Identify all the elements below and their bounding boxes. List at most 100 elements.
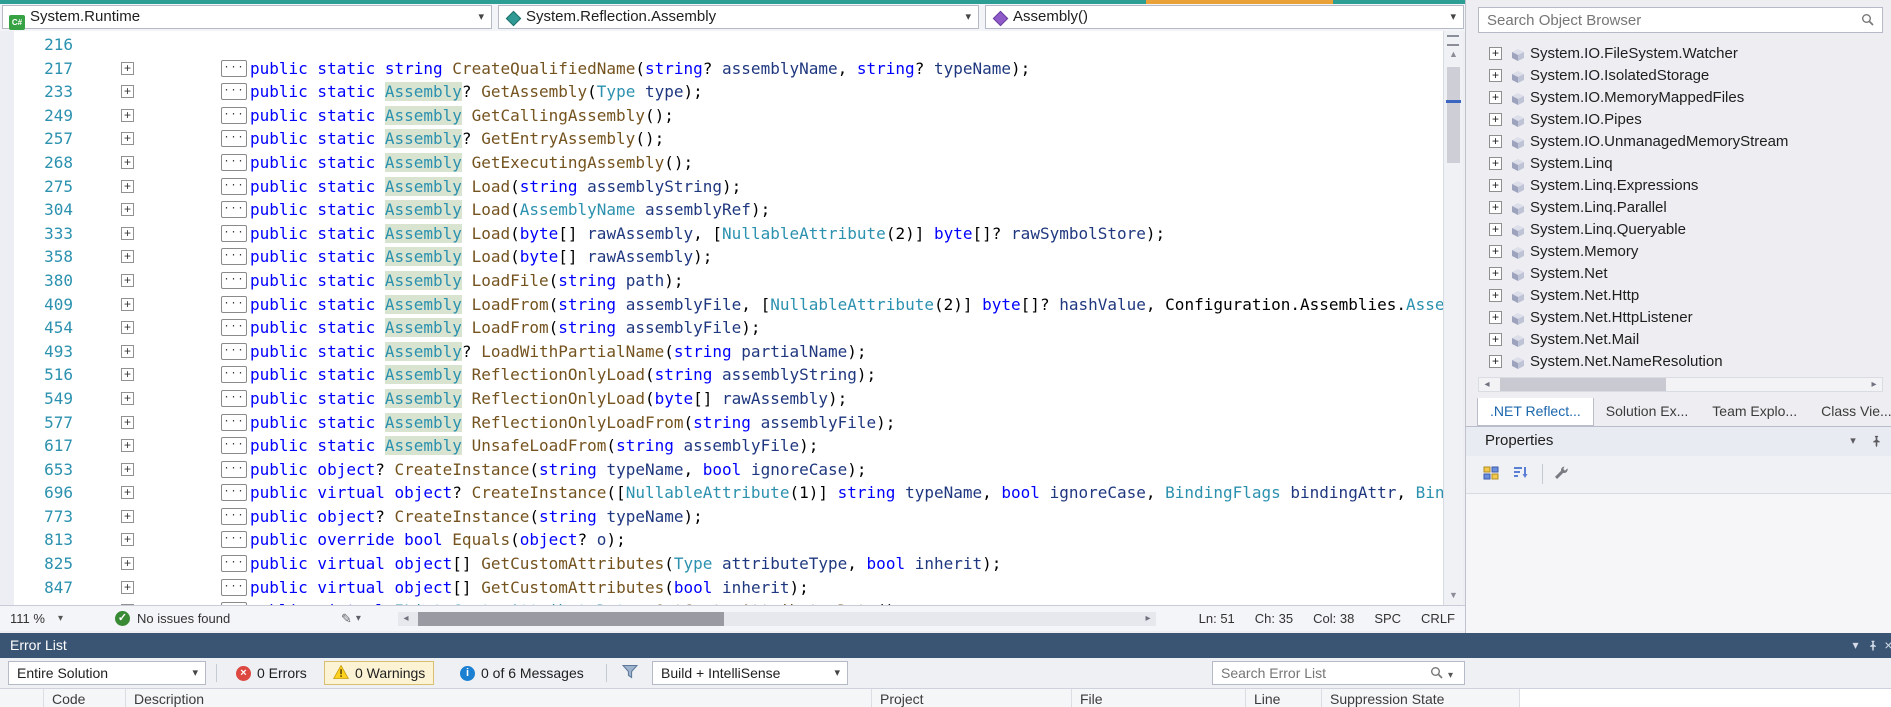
collapsed-comment-box[interactable]: ···	[221, 59, 247, 77]
code-line[interactable]: 333 + ··· public static Assembly Load(byte[…	[0, 222, 1443, 246]
expand-icon[interactable]: +	[1489, 201, 1502, 214]
collapsed-comment-box[interactable]: ···	[221, 460, 247, 478]
expand-icon[interactable]: +	[1489, 113, 1502, 126]
expand-icon[interactable]: +	[1489, 223, 1502, 236]
type-dropdown[interactable]: System.Reflection.Assembly ▾	[498, 5, 979, 29]
outline-expand-icon[interactable]: +	[121, 533, 134, 547]
severity-column-header[interactable]	[0, 689, 44, 707]
collapsed-comment-box[interactable]: ···	[221, 366, 247, 384]
tool-window-tab[interactable]: Class Vie...	[1809, 398, 1891, 426]
indentation-indicator[interactable]: SPC	[1374, 611, 1401, 626]
line-ending-indicator[interactable]: CRLF	[1421, 611, 1455, 626]
outline-expand-icon[interactable]: +	[121, 108, 134, 122]
expand-icon[interactable]: +	[1489, 289, 1502, 302]
outline-expand-icon[interactable]: +	[121, 415, 134, 429]
outline-expand-icon[interactable]: +	[121, 273, 134, 287]
tree-item[interactable]: + System.IO.Pipes	[1466, 109, 1891, 131]
collapsed-comment-box[interactable]: ···	[221, 413, 247, 431]
column-header[interactable]: Line	[1246, 689, 1322, 707]
expand-icon[interactable]: +	[1489, 333, 1502, 346]
tool-window-tab[interactable]: .NET Reflect...	[1477, 398, 1594, 426]
collapsed-comment-box[interactable]: ···	[221, 177, 247, 195]
collapsed-comment-box[interactable]: ···	[221, 271, 247, 289]
collapsed-comment-box[interactable]: ···	[221, 130, 247, 148]
scroll-down-icon[interactable]: ▼	[1444, 588, 1463, 602]
expand-icon[interactable]: +	[1489, 157, 1502, 170]
zoom-control[interactable]: 111 %	[10, 606, 45, 631]
expand-icon[interactable]: +	[1489, 355, 1502, 368]
collapsed-comment-box[interactable]: ···	[221, 106, 247, 124]
collapsed-comment-box[interactable]: ···	[221, 484, 247, 502]
collapsed-comment-box[interactable]: ···	[221, 437, 247, 455]
messages-filter-button[interactable]: i 0 of 6 Messages	[452, 661, 592, 685]
column-indicator[interactable]: Col: 38	[1313, 611, 1354, 626]
properties-title-bar[interactable]: Properties ▾	[1466, 426, 1891, 456]
collapsed-comment-box[interactable]: ···	[221, 201, 247, 219]
code-line[interactable]: 653 + ··· public object? CreateInstance(str…	[0, 458, 1443, 482]
window-menu-icon[interactable]: ▾	[1847, 633, 1864, 658]
expand-icon[interactable]: +	[1489, 267, 1502, 280]
code-line[interactable]: 217 + ··· public static string CreateQualif…	[0, 57, 1443, 81]
outline-expand-icon[interactable]: +	[121, 486, 134, 500]
scrollbar-thumb[interactable]	[1500, 378, 1666, 391]
line-indicator[interactable]: Ln: 51	[1199, 611, 1235, 626]
outline-expand-icon[interactable]: +	[121, 250, 134, 264]
code-line[interactable]: 268 + ··· public static Assembly GetExecuti…	[0, 151, 1443, 175]
code-line[interactable]: 358 + ··· public static Assembly Load(byte[…	[0, 245, 1443, 269]
tree-item[interactable]: + System.Linq.Expressions	[1466, 175, 1891, 197]
expand-icon[interactable]: +	[1489, 135, 1502, 148]
code-line[interactable]: 216	[0, 33, 1443, 57]
character-indicator[interactable]: Ch: 35	[1255, 611, 1293, 626]
document-health-indicator[interactable]: ✓ No issues found	[115, 606, 230, 631]
collapsed-comment-box[interactable]: ···	[221, 578, 247, 596]
pin-icon[interactable]	[1867, 427, 1885, 455]
collapsed-comment-box[interactable]: ···	[221, 319, 247, 337]
tree-item[interactable]: + System.Net.HttpListener	[1466, 307, 1891, 329]
scroll-right-icon[interactable]: ▸	[1140, 612, 1156, 626]
chevron-down-icon[interactable]: ▾	[58, 606, 63, 631]
code-line[interactable]: 847 + ··· public virtual object[] GetCustom…	[0, 576, 1443, 600]
tree-horizontal-scrollbar[interactable]: ◂ ▸	[1478, 377, 1883, 392]
errors-filter-button[interactable]: × 0 Errors	[228, 661, 315, 685]
editor-horizontal-scrollbar[interactable]: ◂ ▸	[398, 612, 1156, 626]
tree-item[interactable]: + System.IO.FileSystem.Watcher	[1466, 43, 1891, 65]
code-line[interactable]: 454 + ··· public static Assembly LoadFrom(s…	[0, 316, 1443, 340]
outline-expand-icon[interactable]: +	[121, 179, 134, 193]
code-line[interactable]: 516 + ··· public static Assembly Reflection…	[0, 363, 1443, 387]
expand-icon[interactable]: +	[1489, 179, 1502, 192]
scroll-left-icon[interactable]: ◂	[398, 612, 414, 626]
outline-expand-icon[interactable]: +	[121, 155, 134, 169]
outline-expand-icon[interactable]: +	[121, 61, 134, 75]
tree-item[interactable]: + System.Linq.Parallel	[1466, 197, 1891, 219]
code-line[interactable]: 617 + ··· public static Assembly UnsafeLoad…	[0, 434, 1443, 458]
code-line[interactable]: 257 + ··· public static Assembly? GetEntryA…	[0, 127, 1443, 151]
code-line[interactable]: 577 + ··· public static Assembly Reflection…	[0, 411, 1443, 435]
outline-expand-icon[interactable]: +	[121, 321, 134, 335]
expand-icon[interactable]: +	[1489, 69, 1502, 82]
collapsed-comment-box[interactable]: ···	[221, 248, 247, 266]
code-line[interactable]: 233 + ··· public static Assembly? GetAssemb…	[0, 80, 1443, 104]
code-line[interactable]: 249 + ··· public static Assembly GetCalling…	[0, 104, 1443, 128]
tool-window-tab[interactable]: Solution Ex...	[1594, 398, 1701, 426]
scope-dropdown[interactable]: Entire Solution ▾	[8, 661, 206, 685]
expand-icon[interactable]: +	[1489, 47, 1502, 60]
outline-expand-icon[interactable]: +	[121, 203, 134, 217]
code-editor[interactable]: 216 217 + ··· public static string CreateQua…	[0, 31, 1443, 605]
scroll-up-icon[interactable]: ▲	[1444, 47, 1463, 61]
collapsed-comment-box[interactable]: ···	[221, 153, 247, 171]
window-menu-icon[interactable]: ▾	[1844, 427, 1862, 455]
collapsed-comment-box[interactable]: ···	[221, 531, 247, 549]
pin-icon[interactable]	[1864, 633, 1881, 658]
code-line[interactable]: 409 + ··· public static Assembly LoadFrom(s…	[0, 293, 1443, 317]
outline-expand-icon[interactable]: +	[121, 368, 134, 382]
scrollbar-thumb[interactable]	[418, 612, 724, 626]
collapsed-comment-box[interactable]: ···	[221, 295, 247, 313]
outline-expand-icon[interactable]: +	[121, 344, 134, 358]
split-editor-handle[interactable]	[1447, 35, 1459, 46]
member-dropdown[interactable]: Assembly() ▾	[985, 5, 1464, 29]
code-line[interactable]: 825 + ··· public virtual object[] GetCustom…	[0, 552, 1443, 576]
column-header[interactable]: File	[1072, 689, 1246, 707]
code-line[interactable]: 493 + ··· public static Assembly? LoadWithP…	[0, 340, 1443, 364]
warnings-filter-button[interactable]: 0 Warnings	[324, 661, 435, 685]
code-line[interactable]: 773 + ··· public object? CreateInstance(str…	[0, 505, 1443, 529]
